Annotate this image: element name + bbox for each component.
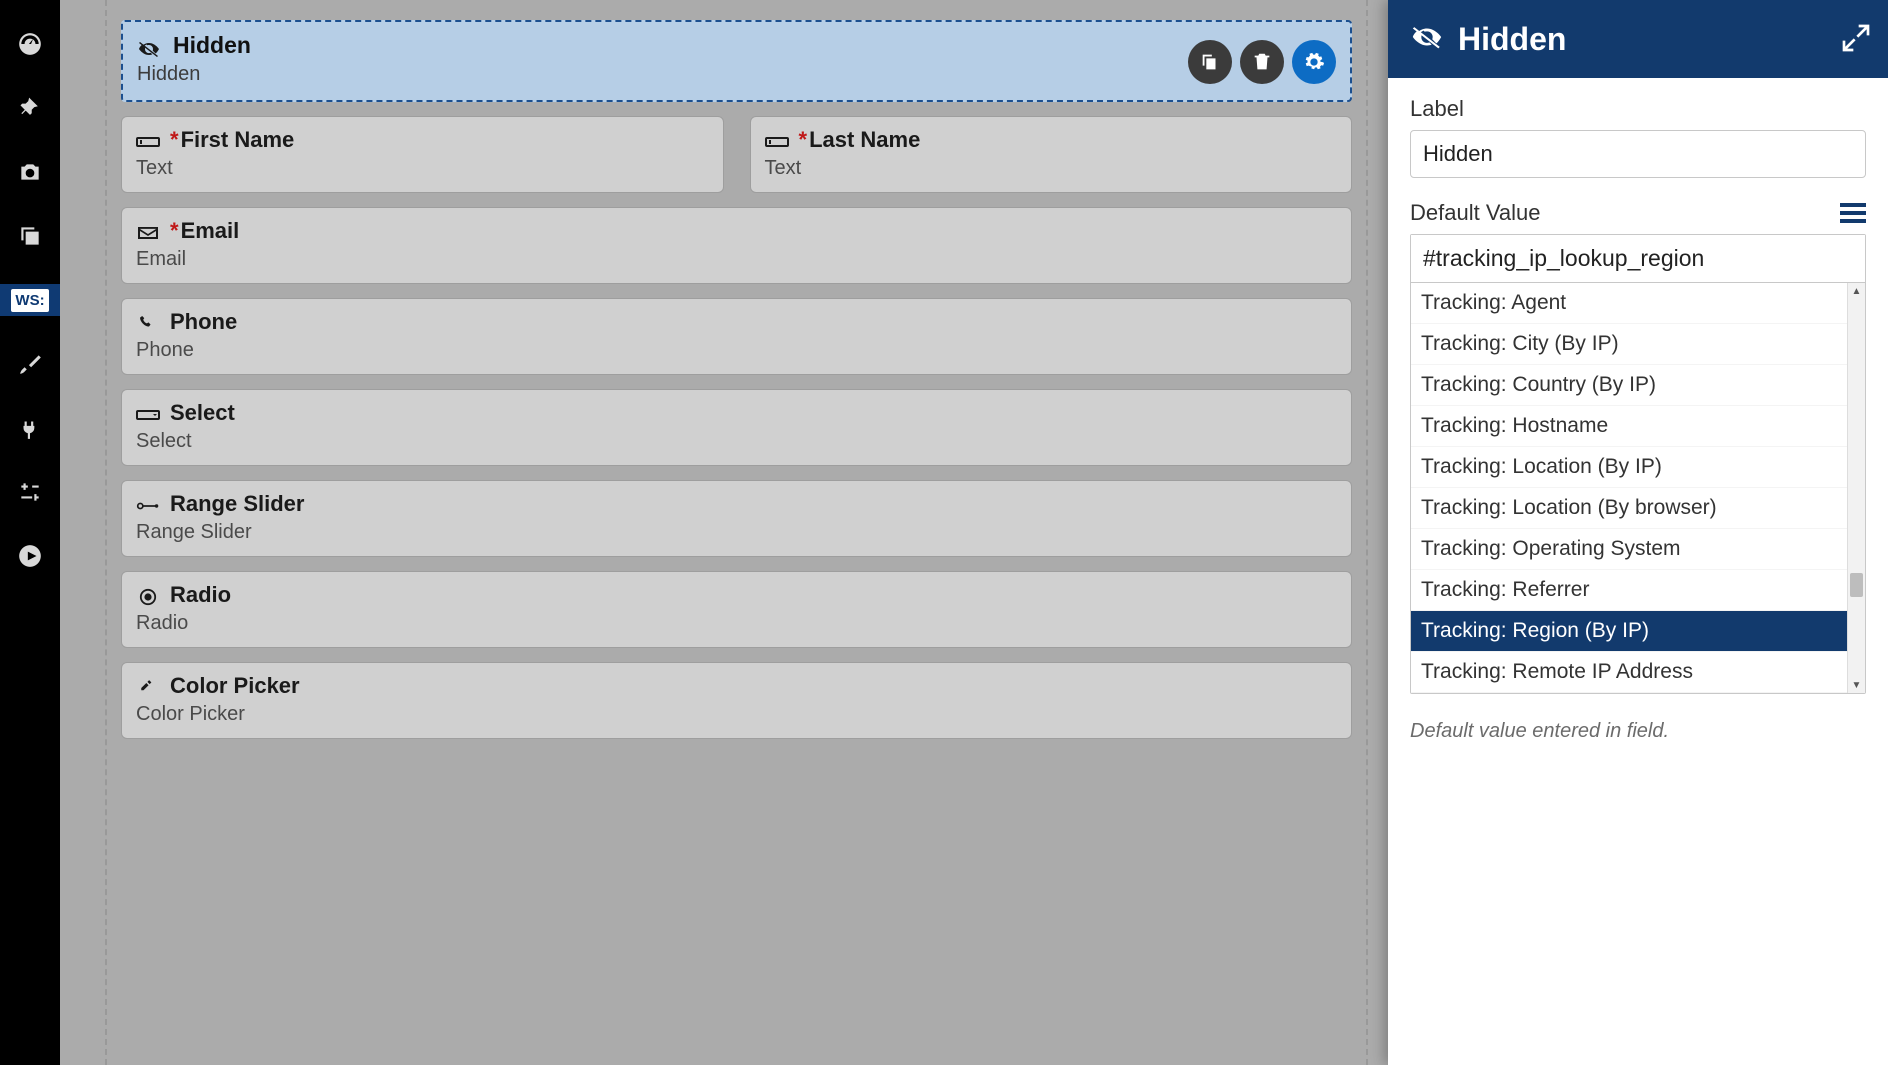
sliders-icon xyxy=(17,479,43,505)
default-value-options: Tracking: AgentTracking: City (By IP)Tra… xyxy=(1411,283,1865,693)
radio-icon xyxy=(136,586,160,604)
default-value-option[interactable]: Tracking: Region (By IP) xyxy=(1411,611,1865,652)
phone-sub: Phone xyxy=(136,339,1337,362)
range-icon xyxy=(136,495,160,513)
select-sub: Select xyxy=(136,430,1337,453)
field-phone[interactable]: Phone Phone xyxy=(121,298,1352,375)
dropdown-scrollbar[interactable]: ▲ ▼ xyxy=(1847,283,1865,693)
radio-label: Radio xyxy=(170,582,231,608)
default-value-option[interactable]: Tracking: Hostname xyxy=(1411,406,1865,447)
field-radio[interactable]: Radio Radio xyxy=(121,571,1352,648)
field-select[interactable]: Select Select xyxy=(121,389,1352,466)
field-hidden-sub: Hidden xyxy=(137,63,1336,86)
default-value-option[interactable]: Tracking: Remote IP Address xyxy=(1411,652,1865,693)
field-hidden-selected[interactable]: Hidden Hidden xyxy=(121,20,1352,102)
default-value-dropdown: Tracking: AgentTracking: City (By IP)Tra… xyxy=(1410,234,1866,694)
rail-media[interactable] xyxy=(0,156,60,188)
color-label: Color Picker xyxy=(170,673,300,699)
scroll-thumb[interactable] xyxy=(1850,573,1863,597)
radio-sub: Radio xyxy=(136,612,1337,635)
ws-badge: WS: xyxy=(11,289,48,312)
eye-slash-icon xyxy=(137,37,161,55)
color-sub: Color Picker xyxy=(136,703,1337,726)
rail-plug[interactable] xyxy=(0,412,60,444)
gear-icon xyxy=(1303,51,1325,73)
inspector-header: Hidden xyxy=(1388,0,1888,78)
phone-icon xyxy=(136,313,160,331)
rail-copy[interactable] xyxy=(0,220,60,252)
email-label: Email xyxy=(181,218,240,243)
default-value-option[interactable]: Tracking: Location (By browser) xyxy=(1411,488,1865,529)
rail-brush[interactable] xyxy=(0,348,60,380)
default-value-menu-button[interactable] xyxy=(1840,203,1866,223)
default-value-option[interactable]: Tracking: Referrer xyxy=(1411,570,1865,611)
duplicate-button[interactable] xyxy=(1188,40,1232,84)
eye-slash-icon xyxy=(1410,24,1444,55)
scroll-up-icon: ▲ xyxy=(1848,283,1865,299)
dropper-icon xyxy=(136,677,160,695)
default-value-option[interactable]: Tracking: Agent xyxy=(1411,283,1865,324)
brush-icon xyxy=(17,351,43,377)
duplicate-icon xyxy=(1199,51,1221,73)
first-name-label: First Name xyxy=(181,127,295,152)
expand-icon xyxy=(1840,22,1872,54)
plug-icon xyxy=(17,415,43,441)
expand-button[interactable] xyxy=(1840,22,1872,59)
field-range[interactable]: Range Slider Range Slider xyxy=(121,480,1352,557)
field-last-name[interactable]: *Last Name Text xyxy=(750,116,1353,193)
default-value-option[interactable]: Tracking: Operating System xyxy=(1411,529,1865,570)
play-circle-icon xyxy=(17,543,43,569)
dashboard-icon xyxy=(17,31,43,57)
field-first-name[interactable]: *First Name Text xyxy=(121,116,724,193)
rail-sliders[interactable] xyxy=(0,476,60,508)
inspector-panel: Hidden Label Default Value Tracking: Age… xyxy=(1388,0,1888,1065)
camera-icon xyxy=(17,159,43,185)
rail-dashboard[interactable] xyxy=(0,28,60,60)
last-name-sub: Text xyxy=(765,157,1338,180)
select-icon xyxy=(136,404,160,422)
default-value-option[interactable]: Tracking: Location (By IP) xyxy=(1411,447,1865,488)
rail-pin[interactable] xyxy=(0,92,60,124)
phone-label: Phone xyxy=(170,309,237,335)
range-label: Range Slider xyxy=(170,491,304,517)
rail-play[interactable] xyxy=(0,540,60,572)
form-canvas: Hidden Hidden *First Name xyxy=(60,0,1388,1065)
text-input-icon xyxy=(765,131,789,149)
label-label: Label xyxy=(1410,96,1866,122)
select-label: Select xyxy=(170,400,235,426)
pin-icon xyxy=(17,95,43,121)
scroll-down-icon: ▼ xyxy=(1848,677,1865,693)
copy-icon xyxy=(17,223,43,249)
range-sub: Range Slider xyxy=(136,521,1337,544)
envelope-icon xyxy=(136,222,160,240)
last-name-label: Last Name xyxy=(809,127,920,152)
email-sub: Email xyxy=(136,248,1337,271)
field-color[interactable]: Color Picker Color Picker xyxy=(121,662,1352,739)
default-value-hint: Default value entered in field. xyxy=(1410,720,1866,743)
default-value-option[interactable]: Tracking: City (By IP) xyxy=(1411,324,1865,365)
default-value-search[interactable] xyxy=(1411,235,1865,282)
trash-icon xyxy=(1251,51,1273,73)
delete-button[interactable] xyxy=(1240,40,1284,84)
text-input-icon xyxy=(136,131,160,149)
settings-button[interactable] xyxy=(1292,40,1336,84)
nav-rail: WS: xyxy=(0,0,60,1065)
label-input[interactable] xyxy=(1410,130,1866,178)
inspector-title: Hidden xyxy=(1458,21,1566,58)
rail-ws[interactable]: WS: xyxy=(0,284,60,316)
field-hidden-title: Hidden xyxy=(173,32,251,59)
field-email[interactable]: *Email Email xyxy=(121,207,1352,284)
first-name-sub: Text xyxy=(136,157,709,180)
default-value-option[interactable]: Tracking: Country (By IP) xyxy=(1411,365,1865,406)
default-value-label: Default Value xyxy=(1410,200,1540,226)
